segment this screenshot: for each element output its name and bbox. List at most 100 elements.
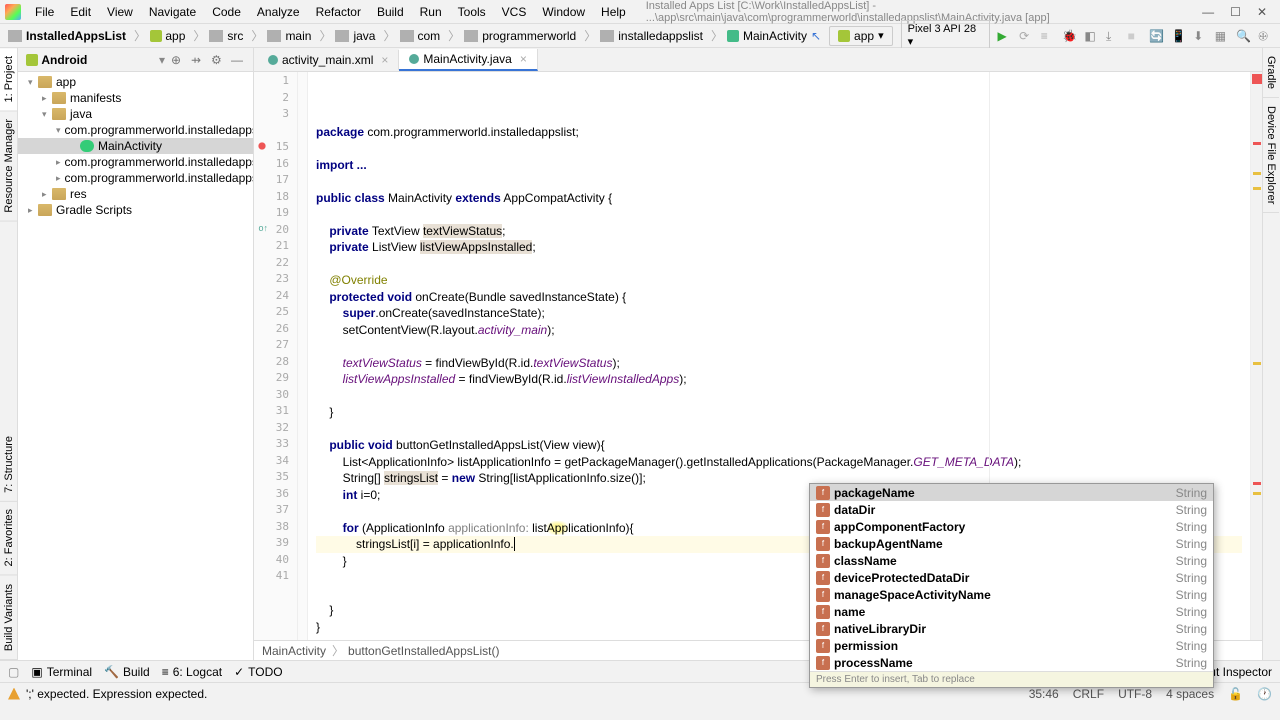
- expand-icon[interactable]: ⊕: [171, 53, 185, 67]
- breadcrumb-root[interactable]: InstalledAppsList: [8, 29, 126, 43]
- menu-edit[interactable]: Edit: [62, 5, 99, 19]
- hide-icon[interactable]: —: [231, 53, 245, 67]
- stop-icon[interactable]: ■: [1128, 29, 1142, 43]
- maximize-icon[interactable]: ☐: [1230, 5, 1241, 19]
- menu-window[interactable]: Window: [534, 5, 593, 19]
- tree-row[interactable]: ▸com.programmerworld.installedapps: [18, 154, 253, 170]
- compass-icon[interactable]: ↖: [811, 29, 821, 43]
- autocomplete-item[interactable]: fbackupAgentNameString: [810, 535, 1213, 552]
- error-indicator-icon[interactable]: [1252, 74, 1262, 84]
- bc-class[interactable]: MainActivity: [262, 644, 326, 658]
- project-view-selector[interactable]: Android: [41, 53, 159, 67]
- editor-tab[interactable]: MainActivity.java×: [399, 49, 538, 71]
- status-indent[interactable]: 4 spaces: [1166, 687, 1214, 701]
- menu-view[interactable]: View: [99, 5, 141, 19]
- menu-build[interactable]: Build: [369, 5, 412, 19]
- tree-row[interactable]: ▾com.programmerworld.installedapps: [18, 122, 253, 138]
- settings-icon[interactable]: 🕀: [1258, 29, 1272, 43]
- breadcrumb-pkgsub[interactable]: installedappslist: [600, 29, 703, 43]
- right-tool-strip: Gradle Device File Explorer: [1262, 48, 1280, 660]
- close-tab-icon[interactable]: ×: [381, 53, 388, 67]
- bc-method[interactable]: buttonGetInstalledAppsList(): [348, 644, 499, 658]
- structure-icon[interactable]: ▦: [1215, 29, 1229, 43]
- tab-gradle[interactable]: Gradle: [1263, 48, 1279, 98]
- avd-icon[interactable]: 📱: [1171, 29, 1185, 43]
- settings-icon[interactable]: ⚙: [211, 53, 225, 67]
- sdk-icon[interactable]: ⬇: [1193, 29, 1207, 43]
- attach-debugger-icon[interactable]: ⤓: [1106, 29, 1120, 43]
- menu-file[interactable]: File: [27, 5, 62, 19]
- autocomplete-item[interactable]: fmanageSpaceActivityNameString: [810, 586, 1213, 603]
- app-logo-icon: [5, 4, 21, 20]
- tab-logcat[interactable]: ≡ 6: Logcat: [162, 665, 222, 679]
- menu-navigate[interactable]: Navigate: [141, 5, 204, 19]
- tree-row[interactable]: ▾app: [18, 74, 253, 90]
- menu-refactor[interactable]: Refactor: [308, 5, 369, 19]
- autocomplete-item[interactable]: fpermissionString: [810, 637, 1213, 654]
- profiler-icon[interactable]: ◧: [1084, 29, 1098, 43]
- menu-help[interactable]: Help: [593, 5, 634, 19]
- tree-row[interactable]: ▸manifests: [18, 90, 253, 106]
- autocomplete-item[interactable]: fnameString: [810, 603, 1213, 620]
- search-icon[interactable]: 🔍: [1236, 29, 1250, 43]
- close-icon[interactable]: ✕: [1257, 5, 1267, 19]
- tab-resource-manager[interactable]: Resource Manager: [0, 111, 17, 222]
- tree-row[interactable]: ▾java: [18, 106, 253, 122]
- debug-icon[interactable]: 🐞: [1062, 29, 1076, 43]
- status-line-sep[interactable]: CRLF: [1073, 687, 1104, 701]
- tab-structure[interactable]: 7: Structure: [0, 428, 17, 502]
- sync-icon[interactable]: 🔄: [1149, 29, 1163, 43]
- gutter[interactable]: 1231516171819o↑2021222324252627282930313…: [254, 72, 298, 640]
- autocomplete-item[interactable]: fdeviceProtectedDataDirString: [810, 569, 1213, 586]
- breadcrumb-src[interactable]: src: [209, 29, 243, 43]
- run-icon[interactable]: ▶: [998, 29, 1012, 43]
- device-selector[interactable]: Pixel 3 API 28 ▾: [901, 20, 990, 51]
- tab-device-explorer[interactable]: Device File Explorer: [1263, 98, 1279, 213]
- memory-icon[interactable]: 🕐: [1257, 687, 1272, 701]
- autocomplete-item[interactable]: fnativeLibraryDirString: [810, 620, 1213, 637]
- menu-tools[interactable]: Tools: [450, 5, 494, 19]
- tab-todo[interactable]: ✓ TODO: [234, 665, 283, 679]
- editor-tab[interactable]: activity_main.xml×: [258, 50, 399, 70]
- breadcrumb-file[interactable]: MainActivity: [727, 29, 807, 43]
- tree-row[interactable]: ▸com.programmerworld.installedapps: [18, 170, 253, 186]
- breadcrumb-app[interactable]: app: [150, 29, 185, 43]
- autocomplete-item[interactable]: fprocessNameString: [810, 654, 1213, 671]
- breadcrumb-main[interactable]: main: [267, 29, 311, 43]
- collapse-icon[interactable]: ⇸: [191, 53, 205, 67]
- autocomplete-item[interactable]: fclassNameString: [810, 552, 1213, 569]
- breadcrumb-pkg[interactable]: programmerworld: [464, 29, 576, 43]
- tool-window-icon[interactable]: ▢: [8, 665, 19, 679]
- apply-code-icon[interactable]: ≡: [1041, 29, 1055, 43]
- chevron-down-icon[interactable]: ▾: [159, 53, 165, 67]
- tree-row[interactable]: ▸res: [18, 186, 253, 202]
- menu-run[interactable]: Run: [412, 5, 450, 19]
- tab-build-variants[interactable]: Build Variants: [0, 576, 17, 660]
- tab-build[interactable]: 🔨 Build: [104, 665, 150, 679]
- tree-row[interactable]: MainActivity: [18, 138, 253, 154]
- apply-changes-icon[interactable]: ⟳: [1019, 29, 1033, 43]
- breadcrumb-com[interactable]: com: [400, 29, 441, 43]
- minimize-icon[interactable]: —: [1202, 5, 1214, 19]
- warning-icon: [8, 688, 20, 700]
- status-position[interactable]: 35:46: [1029, 687, 1059, 701]
- breadcrumb-java[interactable]: java: [335, 29, 375, 43]
- window-controls: — ☐ ✕: [1202, 5, 1275, 19]
- tab-project[interactable]: 1: Project: [0, 48, 17, 111]
- tab-favorites[interactable]: 2: Favorites: [0, 501, 17, 575]
- autocomplete-item[interactable]: fdataDirString: [810, 501, 1213, 518]
- menu-vcs[interactable]: VCS: [494, 5, 535, 19]
- status-encoding[interactable]: UTF-8: [1118, 687, 1152, 701]
- lock-icon[interactable]: 🔓: [1228, 687, 1243, 701]
- menu-analyze[interactable]: Analyze: [249, 5, 308, 19]
- autocomplete-item[interactable]: fappComponentFactoryString: [810, 518, 1213, 535]
- autocomplete-popup[interactable]: fpackageNameStringfdataDirStringfappComp…: [809, 483, 1214, 688]
- run-config-selector[interactable]: app ▾: [829, 26, 893, 46]
- project-tree[interactable]: ▾app▸manifests▾java▾com.programmerworld.…: [18, 72, 253, 660]
- tab-terminal[interactable]: ▣ Terminal: [31, 665, 92, 679]
- close-tab-icon[interactable]: ×: [520, 52, 527, 66]
- error-stripe[interactable]: [1250, 72, 1262, 640]
- autocomplete-item[interactable]: fpackageNameString: [810, 484, 1213, 501]
- tree-row[interactable]: ▸Gradle Scripts: [18, 202, 253, 218]
- menu-code[interactable]: Code: [204, 5, 249, 19]
